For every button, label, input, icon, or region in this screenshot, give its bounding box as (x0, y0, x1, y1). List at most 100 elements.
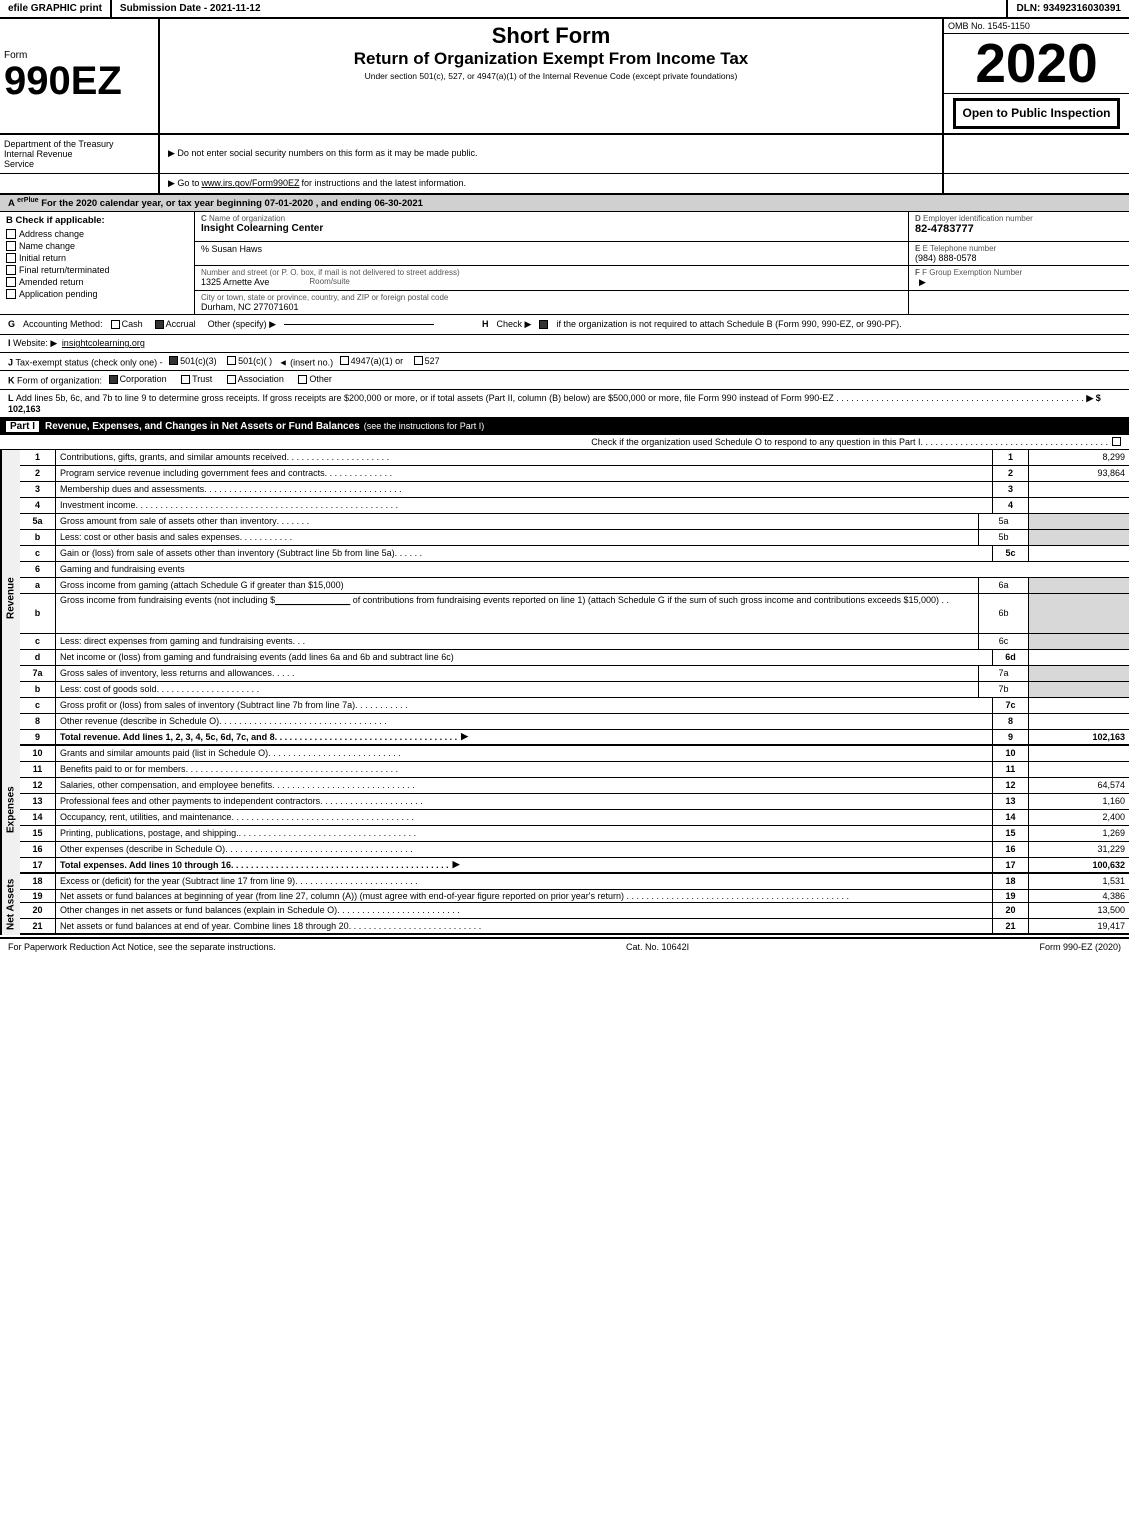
other-specify-field (284, 324, 434, 325)
checkbox-name-change[interactable] (6, 241, 16, 251)
line-21-desc: Net assets or fund balances at end of ye… (56, 919, 993, 933)
line-7a-ref: 7a (979, 666, 1029, 681)
section-a-row: A erPlue For the 2020 calendar year, or … (0, 195, 1129, 212)
org-name: Insight Colearning Center (201, 223, 902, 234)
line-10-desc: Grants and similar amounts paid (list in… (56, 746, 993, 761)
checkbox-application-pending[interactable] (6, 289, 16, 299)
top-bar-mid: Submission Date - 2021-11-12 (112, 0, 1009, 17)
line-18-row: 18 Excess or (deficit) for the year (Sub… (20, 874, 1129, 890)
line-17-linenum: 17 (993, 858, 1029, 872)
checkbox-initial-return[interactable] (6, 253, 16, 263)
line-15-linenum: 15 (993, 826, 1029, 841)
assoc-checkbox[interactable] (227, 375, 236, 384)
section-i-row: I Website: ▶ insightcolearning.org (0, 335, 1129, 353)
line-11-num: 11 (20, 762, 56, 777)
line-5c-row: c Gain or (loss) from sale of assets oth… (20, 546, 1129, 562)
check-row-application-pending: Application pending (6, 288, 188, 300)
line-6a-amount (1029, 578, 1129, 593)
line-7a-desc: Gross sales of inventory, less returns a… (56, 666, 979, 681)
line-5c-num: c (20, 546, 56, 561)
section-cd: C Name of organization Insight Colearnin… (195, 212, 1129, 314)
527-checkbox[interactable] (414, 356, 423, 365)
line-7b-row: b Less: cost of goods sold . . . . . . .… (20, 682, 1129, 698)
open-inspection-container: Open to Public Inspection (944, 94, 1129, 133)
line-11-desc: Benefits paid to or for members . . . . … (56, 762, 993, 777)
other-k-checkbox[interactable] (298, 375, 307, 384)
checkbox-amended-return[interactable] (6, 277, 16, 287)
line-17-amount: 100,632 (1029, 858, 1129, 872)
form-number-block: Form 990EZ (0, 19, 160, 133)
line-8-num: 8 (20, 714, 56, 729)
year-block: OMB No. 1545-1150 2020 Open to Public In… (944, 19, 1129, 133)
treasury-block: Department of the Treasury Internal Reve… (0, 135, 160, 173)
line-7c-amount (1029, 698, 1129, 713)
net-assets-lines: 18 Excess or (deficit) for the year (Sub… (20, 874, 1129, 935)
line-6d-amount (1029, 650, 1129, 665)
street-value: 1325 Arnette Ave (201, 277, 269, 287)
open-inspection-text: Open to Public Inspection (962, 105, 1110, 122)
line-10-num: 10 (20, 746, 56, 761)
section-j-row: J Tax-exempt status (check only one) - 5… (0, 353, 1129, 372)
line-12-amount: 64,574 (1029, 778, 1129, 793)
part-i-header: Part I Revenue, Expenses, and Changes in… (0, 419, 1129, 435)
trust-checkbox[interactable] (181, 375, 190, 384)
line-14-amount: 2,400 (1029, 810, 1129, 825)
line-14-num: 14 (20, 810, 56, 825)
phone-value: (984) 888-0578 (915, 253, 1123, 263)
section-f-right-spacer (909, 291, 1129, 314)
line-4-linenum: 4 (993, 498, 1029, 513)
checkbox-address-change[interactable] (6, 229, 16, 239)
corp-checkbox[interactable] (109, 375, 118, 384)
accrual-checkbox[interactable] (155, 320, 164, 329)
cash-checkbox[interactable] (111, 320, 120, 329)
check-row-name-change: Name change (6, 240, 188, 252)
line-7c-row: c Gross profit or (loss) from sales of i… (20, 698, 1129, 714)
501c-checkbox[interactable] (227, 356, 236, 365)
line-16-row: 16 Other expenses (describe in Schedule … (20, 842, 1129, 858)
line-6-num: 6 (20, 562, 56, 577)
expenses-lines: 10 Grants and similar amounts paid (list… (20, 746, 1129, 874)
ein-value: 82-4783777 (915, 223, 1123, 235)
line-2-linenum: 2 (993, 466, 1029, 481)
line-6b-num: b (20, 594, 56, 633)
line-13-num: 13 (20, 794, 56, 809)
line-18-num: 18 (20, 874, 56, 889)
care-of: % Susan Haws (195, 242, 909, 265)
line-5a-desc: Gross amount from sale of assets other t… (56, 514, 979, 529)
checkbox-final-return/terminated[interactable] (6, 265, 16, 275)
notice2-link[interactable]: www.irs.gov/Form990EZ (201, 178, 299, 188)
501c3-checkbox[interactable] (169, 356, 178, 365)
line-13-desc: Professional fees and other payments to … (56, 794, 993, 809)
line-21-row: 21 Net assets or fund balances at end of… (20, 919, 1129, 935)
line-10-amount (1029, 746, 1129, 761)
4947-checkbox[interactable] (340, 356, 349, 365)
line-17-desc: Total expenses. Add lines 10 through 16 … (56, 858, 993, 872)
line-15-num: 15 (20, 826, 56, 841)
line-21-amount: 19,417 (1029, 919, 1129, 933)
line-6d-num: d (20, 650, 56, 665)
line-7a-amount (1029, 666, 1129, 681)
part-i-check[interactable] (1112, 437, 1121, 446)
line-16-linenum: 16 (993, 842, 1029, 857)
line-8-amount (1029, 714, 1129, 729)
revenue-label: Revenue (0, 450, 20, 746)
line-11-row: 11 Benefits paid to or for members . . .… (20, 762, 1129, 778)
line-20-row: 20 Other changes in net assets or fund b… (20, 903, 1129, 919)
line-1-num: 1 (20, 450, 56, 465)
line-6d-desc: Net income or (loss) from gaming and fun… (56, 650, 993, 665)
line-14-linenum: 14 (993, 810, 1029, 825)
line-6d-row: d Net income or (loss) from gaming and f… (20, 650, 1129, 666)
notice2: ▶ Go to www.irs.gov/Form990EZ for instru… (160, 174, 944, 193)
line-13-row: 13 Professional fees and other payments … (20, 794, 1129, 810)
top-bar-left: efile GRAPHIC print (0, 0, 112, 17)
city-field: City or town, state or province, country… (195, 291, 909, 314)
check-row-address-change: Address change (6, 228, 188, 240)
line-5a-row: 5a Gross amount from sale of assets othe… (20, 514, 1129, 530)
h-checkbox[interactable] (539, 320, 548, 329)
line-16-desc: Other expenses (describe in Schedule O) … (56, 842, 993, 857)
line-12-linenum: 12 (993, 778, 1029, 793)
part-i-check-row: Check if the organization used Schedule … (0, 435, 1129, 450)
website-value[interactable]: insightcolearning.org (62, 338, 145, 348)
line-7b-amount (1029, 682, 1129, 697)
line-5b-amount (1029, 530, 1129, 545)
